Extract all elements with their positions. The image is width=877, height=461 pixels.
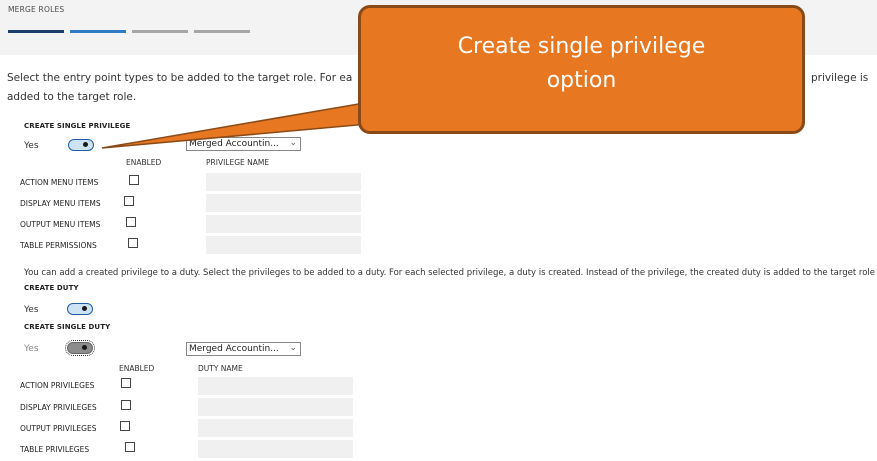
create-duty-toggle-label: Yes — [24, 305, 39, 315]
row-label-output-menu-items: OUTPUT MENU ITEMS — [20, 220, 101, 229]
intro-text-line1: Select the entry point types to be added… — [7, 72, 353, 84]
toggle-knob — [83, 142, 88, 147]
callout-text-line1: Create single privilege — [457, 34, 706, 59]
create-duty-toggle[interactable] — [67, 303, 93, 315]
row-label-table-privileges: TABLE PRIVILEGES — [20, 445, 90, 454]
chevron-down-icon: ⌄ — [289, 343, 297, 353]
enabled-column-header: ENABLED — [119, 364, 155, 373]
duty-info-text: You can add a created privilege to a dut… — [24, 268, 875, 278]
action-menu-items-checkbox[interactable] — [129, 175, 139, 185]
output-privileges-duty-name[interactable] — [198, 419, 353, 437]
table-privileges-duty-name[interactable] — [198, 440, 353, 458]
step-indicator-3[interactable] — [132, 30, 188, 33]
display-menu-items-privilege-name[interactable] — [206, 194, 361, 212]
table-permissions-checkbox[interactable] — [128, 238, 138, 248]
single-privilege-toggle[interactable] — [68, 139, 94, 151]
privilege-target-select-value: Merged Accountin... — [189, 139, 279, 149]
table-privileges-checkbox[interactable] — [125, 442, 135, 452]
action-menu-items-privilege-name[interactable] — [206, 173, 361, 191]
single-duty-toggle[interactable] — [65, 340, 95, 356]
step-indicator-1[interactable] — [8, 30, 64, 33]
duty-target-select[interactable]: Merged Accountin... ⌄ — [186, 342, 301, 356]
toggle-knob — [82, 306, 87, 311]
chevron-down-icon: ⌄ — [289, 138, 297, 148]
create-single-duty-heading: CREATE SINGLE DUTY — [24, 323, 111, 331]
callout-text-line2: option — [546, 68, 617, 93]
row-label-action-privileges: ACTION PRIVILEGES — [20, 381, 95, 390]
display-privileges-duty-name[interactable] — [198, 398, 353, 416]
duty-target-select-value: Merged Accountin... — [189, 344, 279, 354]
duty-name-column-header: DUTY NAME — [198, 364, 243, 373]
single-duty-toggle-label: Yes — [24, 344, 39, 354]
step-indicator-2[interactable] — [70, 30, 126, 33]
table-permissions-privilege-name[interactable] — [206, 236, 361, 254]
privilege-name-column-header: PRIVILEGE NAME — [206, 158, 270, 167]
row-label-display-menu-items: DISPLAY MENU ITEMS — [20, 199, 101, 208]
row-label-output-privileges: OUTPUT PRIVILEGES — [20, 424, 97, 433]
output-menu-items-checkbox[interactable] — [126, 217, 136, 227]
callout-box: Create single privilege option — [358, 5, 805, 134]
toggle-knob — [82, 345, 87, 350]
create-single-privilege-heading: CREATE SINGLE PRIVILEGE — [24, 122, 131, 130]
intro-text-line2: added to the target role. — [7, 91, 137, 103]
display-menu-items-checkbox[interactable] — [124, 196, 134, 206]
page-title: MERGE ROLES — [8, 5, 65, 14]
privilege-target-select[interactable]: Merged Accountin... ⌄ — [186, 137, 301, 151]
intro-text-line1-end: privilege is — [811, 72, 869, 84]
action-privileges-duty-name[interactable] — [198, 377, 353, 395]
row-label-table-permissions: TABLE PERMISSIONS — [20, 241, 97, 250]
row-label-display-privileges: DISPLAY PRIVILEGES — [20, 403, 97, 412]
step-indicator-4[interactable] — [194, 30, 250, 33]
single-privilege-toggle-label: Yes — [24, 141, 39, 151]
output-menu-items-privilege-name[interactable] — [206, 215, 361, 233]
row-label-action-menu-items: ACTION MENU ITEMS — [20, 178, 99, 187]
action-privileges-checkbox[interactable] — [121, 378, 131, 388]
display-privileges-checkbox[interactable] — [121, 400, 131, 410]
create-duty-heading: CREATE DUTY — [24, 284, 79, 292]
enabled-column-header: ENABLED — [126, 158, 162, 167]
output-privileges-checkbox[interactable] — [120, 421, 130, 431]
